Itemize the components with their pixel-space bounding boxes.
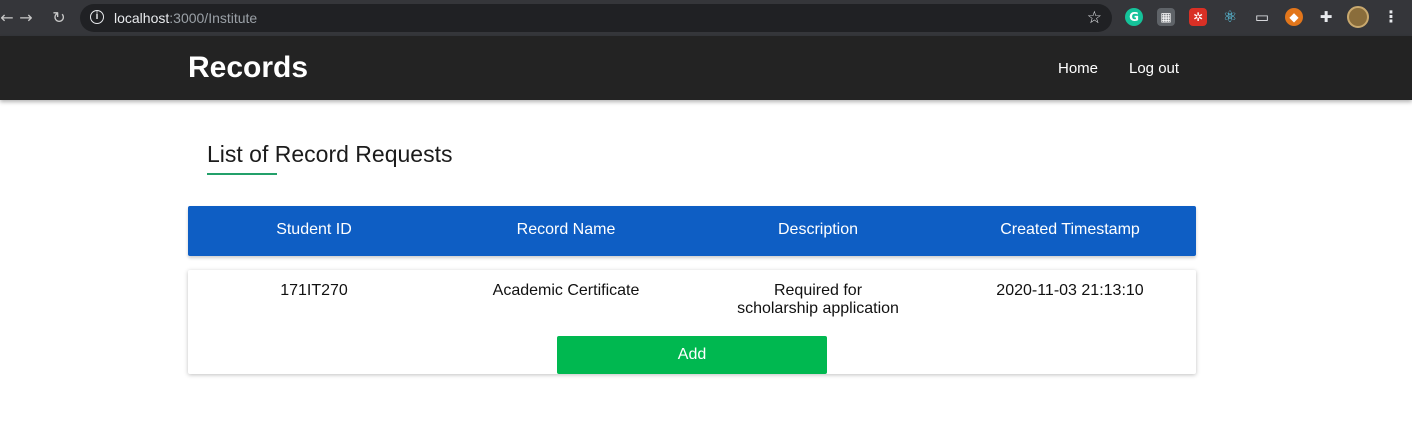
- url-path: :3000/Institute: [169, 10, 258, 26]
- extension-icon[interactable]: ▦: [1157, 8, 1175, 26]
- logout-link[interactable]: Log out: [1129, 60, 1179, 78]
- add-button[interactable]: Add: [557, 336, 827, 374]
- react-devtools-icon[interactable]: ⚛: [1221, 8, 1239, 26]
- home-link[interactable]: Home: [1058, 60, 1098, 78]
- info-icon[interactable]: i: [90, 10, 104, 24]
- monitor-icon[interactable]: ▭: [1253, 8, 1271, 26]
- metamask-icon[interactable]: ◆: [1285, 8, 1303, 26]
- brand-title[interactable]: Records: [188, 50, 308, 86]
- column-header-description: Description: [777, 221, 859, 238]
- star-icon[interactable]: ☆: [1087, 7, 1102, 29]
- extension-icon[interactable]: ✲: [1189, 8, 1207, 26]
- puzzle-icon[interactable]: ✚: [1317, 8, 1335, 26]
- cell-description: Required for scholarship application: [737, 282, 899, 317]
- column-header-student-id: Student ID: [276, 221, 352, 238]
- column-header-created-timestamp: Created Timestamp: [1000, 221, 1140, 238]
- table-header: Student ID Record Name Description Creat…: [188, 206, 1196, 256]
- avatar[interactable]: [1347, 6, 1369, 28]
- cell-created-timestamp: 2020-11-03 21:13:10: [996, 282, 1144, 299]
- cell-student-id: 171IT270: [280, 282, 348, 299]
- grammarly-icon[interactable]: G: [1125, 8, 1143, 26]
- url-host: localhost: [114, 10, 170, 26]
- browser-toolbar: ← → ↻ i localhost:3000/Institute ☆ G ▦ ✲…: [0, 0, 1412, 36]
- menu-icon[interactable]: ⋮: [1383, 6, 1399, 28]
- address-bar[interactable]: i localhost:3000/Institute ☆: [80, 4, 1112, 32]
- url-text[interactable]: localhost:3000/Institute: [114, 10, 257, 26]
- column-header-record-name: Record Name: [516, 221, 616, 238]
- cell-record-name: Academic Certificate: [492, 282, 640, 299]
- app-header: Records Home Log out: [0, 36, 1412, 100]
- page-title: List of Record Requests: [207, 141, 453, 167]
- table-row: 171IT270 Academic Certificate Required f…: [188, 270, 1196, 374]
- forward-icon[interactable]: →: [15, 7, 37, 29]
- title-underline: [207, 173, 277, 175]
- reload-icon[interactable]: ↻: [48, 7, 70, 29]
